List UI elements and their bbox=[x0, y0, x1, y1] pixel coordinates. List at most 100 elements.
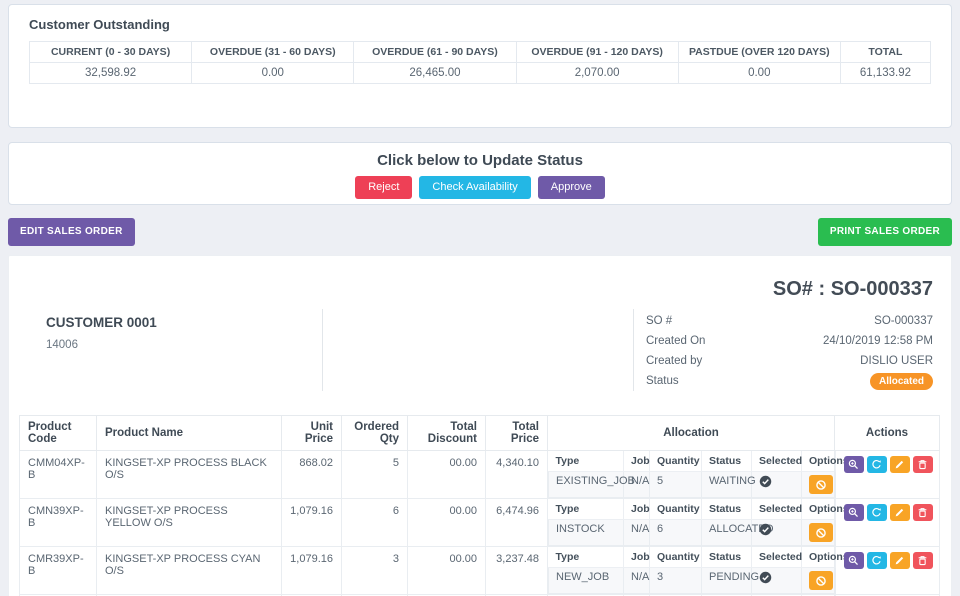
allocation-status-cell: ALLOCATED bbox=[701, 519, 774, 546]
outstanding-value: 0.00 bbox=[191, 62, 355, 84]
delete-item-button[interactable] bbox=[912, 552, 933, 569]
actions-cell bbox=[834, 450, 940, 499]
meta-label: SO # bbox=[646, 315, 673, 327]
outstanding-value: 61,133.92 bbox=[839, 62, 932, 84]
items-tbody: CMM04XP-B KINGSET-XP PROCESS BLACK O/S 868… bbox=[19, 450, 940, 596]
allocation-header: Selected bbox=[751, 451, 802, 472]
allocation-quantity-cell: 6 bbox=[649, 519, 702, 546]
outstanding-column-header: TOTAL bbox=[839, 41, 932, 63]
selected-check-icon bbox=[759, 571, 772, 584]
allocation-cell: Type Job Quantity Status Selected Options NEW_… bbox=[547, 546, 849, 595]
allocation-table: Type Job Quantity Status Selected Options NEW_… bbox=[548, 547, 849, 594]
product-name-cell: KINGSET-XP PROCESS CYAN O/S bbox=[96, 546, 282, 595]
allocation-header: Quantity bbox=[649, 451, 702, 472]
ordered-qty-cell: 5 bbox=[341, 450, 408, 499]
allocation-header: Status bbox=[701, 451, 752, 472]
edit-item-button[interactable] bbox=[889, 504, 910, 521]
info-divider-block bbox=[323, 309, 634, 391]
allocation-data-row: NEW_JOB N/A 3 PENDING bbox=[548, 567, 836, 594]
allocation-status-cell: WAITING bbox=[701, 471, 756, 498]
product-name-cell: KINGSET-XP PROCESS YELLOW O/S bbox=[96, 498, 282, 547]
refresh-allocation-button[interactable] bbox=[866, 552, 887, 569]
sync-icon bbox=[871, 459, 882, 470]
allocation-table: Type Job Quantity Status Selected Options EXIS… bbox=[548, 451, 849, 498]
refresh-allocation-button[interactable] bbox=[866, 504, 887, 521]
update-status-card: Click below to Update Status Reject Chec… bbox=[8, 142, 952, 205]
print-sales-order-button[interactable]: PRINT SALES ORDER bbox=[817, 218, 952, 246]
allocation-selected-cell bbox=[751, 519, 802, 546]
total-price-cell: 3,237.48 bbox=[485, 546, 548, 595]
refresh-allocation-button[interactable] bbox=[866, 456, 887, 473]
items-header-total-price: Total Price bbox=[485, 415, 548, 451]
items-header-unit-price: Unit Price bbox=[281, 415, 342, 451]
customer-outstanding-table: CURRENT (0 - 30 DAYS) OVERDUE (31 - 60 D… bbox=[28, 41, 932, 84]
reject-button[interactable]: Reject bbox=[355, 176, 413, 199]
allocation-options-cell bbox=[801, 567, 836, 594]
outstanding-column-header: OVERDUE (31 - 60 DAYS) bbox=[191, 41, 355, 63]
selected-check-icon bbox=[759, 523, 772, 536]
deallocate-button[interactable] bbox=[809, 523, 833, 542]
allocation-job-cell: N/A bbox=[623, 519, 650, 546]
view-allocation-button[interactable] bbox=[843, 456, 864, 473]
allocation-header: Quantity bbox=[649, 547, 702, 568]
meta-value: SO-000337 bbox=[874, 315, 933, 327]
outstanding-column-header: PASTDUE (OVER 120 DAYS) bbox=[677, 41, 841, 63]
allocation-table: Type Job Quantity Status Selected Options INST… bbox=[548, 499, 849, 546]
allocation-selected-cell bbox=[751, 471, 802, 498]
trash-icon bbox=[917, 459, 928, 470]
meta-line-created-on: Created On 24/10/2019 12:58 PM bbox=[646, 331, 933, 351]
outstanding-column-header: OVERDUE (91 - 120 DAYS) bbox=[515, 41, 679, 63]
edit-sales-order-button[interactable]: EDIT SALES ORDER bbox=[8, 218, 135, 246]
allocation-type-cell: EXISTING_JOB bbox=[548, 471, 635, 498]
search-plus-icon bbox=[848, 459, 859, 470]
allocation-header: Options bbox=[801, 547, 849, 568]
allocation-type-cell: INSTOCK bbox=[548, 519, 624, 546]
meta-value: 24/10/2019 12:58 PM bbox=[823, 335, 933, 347]
product-code-cell: CMR39XP-B bbox=[19, 546, 97, 595]
view-allocation-button[interactable] bbox=[843, 504, 864, 521]
delete-item-button[interactable] bbox=[912, 456, 933, 473]
items-header-product-name: Product Name bbox=[96, 415, 282, 451]
sales-order-panel: SO# : SO-000337 CUSTOMER 0001 14006 SO #… bbox=[8, 255, 952, 596]
meta-value: DISLIO USER bbox=[860, 355, 933, 367]
check-availability-button[interactable]: Check Availability bbox=[419, 176, 531, 199]
approve-button[interactable]: Approve bbox=[537, 176, 605, 199]
deallocate-button[interactable] bbox=[809, 475, 833, 494]
items-header-product-code: Product Code bbox=[19, 415, 97, 451]
customer-code: 14006 bbox=[46, 339, 78, 351]
unit-price-cell: 1,079.16 bbox=[281, 546, 342, 595]
edit-item-button[interactable] bbox=[889, 552, 910, 569]
ban-icon bbox=[815, 479, 827, 491]
customer-name: CUSTOMER 0001 bbox=[46, 315, 157, 330]
allocation-header: Type bbox=[548, 499, 624, 520]
order-info-section: CUSTOMER 0001 14006 SO # SO-000337 Creat… bbox=[19, 309, 937, 391]
actions-cell bbox=[834, 546, 940, 595]
customer-block: CUSTOMER 0001 14006 bbox=[19, 309, 323, 391]
edit-item-button[interactable] bbox=[889, 456, 910, 473]
product-name-cell: KINGSET-XP PROCESS BLACK O/S bbox=[96, 450, 282, 499]
allocation-quantity-cell: 5 bbox=[649, 471, 702, 498]
allocation-header: Status bbox=[701, 499, 752, 520]
outstanding-value: 0.00 bbox=[677, 62, 841, 84]
allocation-header: Selected bbox=[751, 499, 802, 520]
meta-label: Created On bbox=[646, 335, 706, 347]
delete-item-button[interactable] bbox=[912, 504, 933, 521]
search-plus-icon bbox=[848, 555, 859, 566]
ban-icon bbox=[815, 527, 827, 539]
deallocate-button[interactable] bbox=[809, 571, 833, 590]
allocation-data-row: EXISTING_JOB N/A 5 WAITING bbox=[548, 471, 836, 498]
selected-check-icon bbox=[759, 475, 772, 488]
edit-pencil-icon bbox=[894, 555, 905, 566]
allocation-job-cell: N/A bbox=[623, 567, 650, 594]
allocation-header: Type bbox=[548, 547, 624, 568]
items-header-total-discount: Total Discount bbox=[407, 415, 486, 451]
status-label: Status bbox=[646, 375, 679, 387]
allocation-header: Options bbox=[801, 451, 849, 472]
allocation-options-cell bbox=[801, 519, 836, 546]
ban-icon bbox=[815, 575, 827, 587]
outstanding-value: 26,465.00 bbox=[353, 62, 517, 84]
total-discount-cell: 00.00 bbox=[407, 450, 486, 499]
allocation-header: Type bbox=[548, 451, 624, 472]
view-allocation-button[interactable] bbox=[843, 552, 864, 569]
allocation-type-cell: NEW_JOB bbox=[548, 567, 624, 594]
